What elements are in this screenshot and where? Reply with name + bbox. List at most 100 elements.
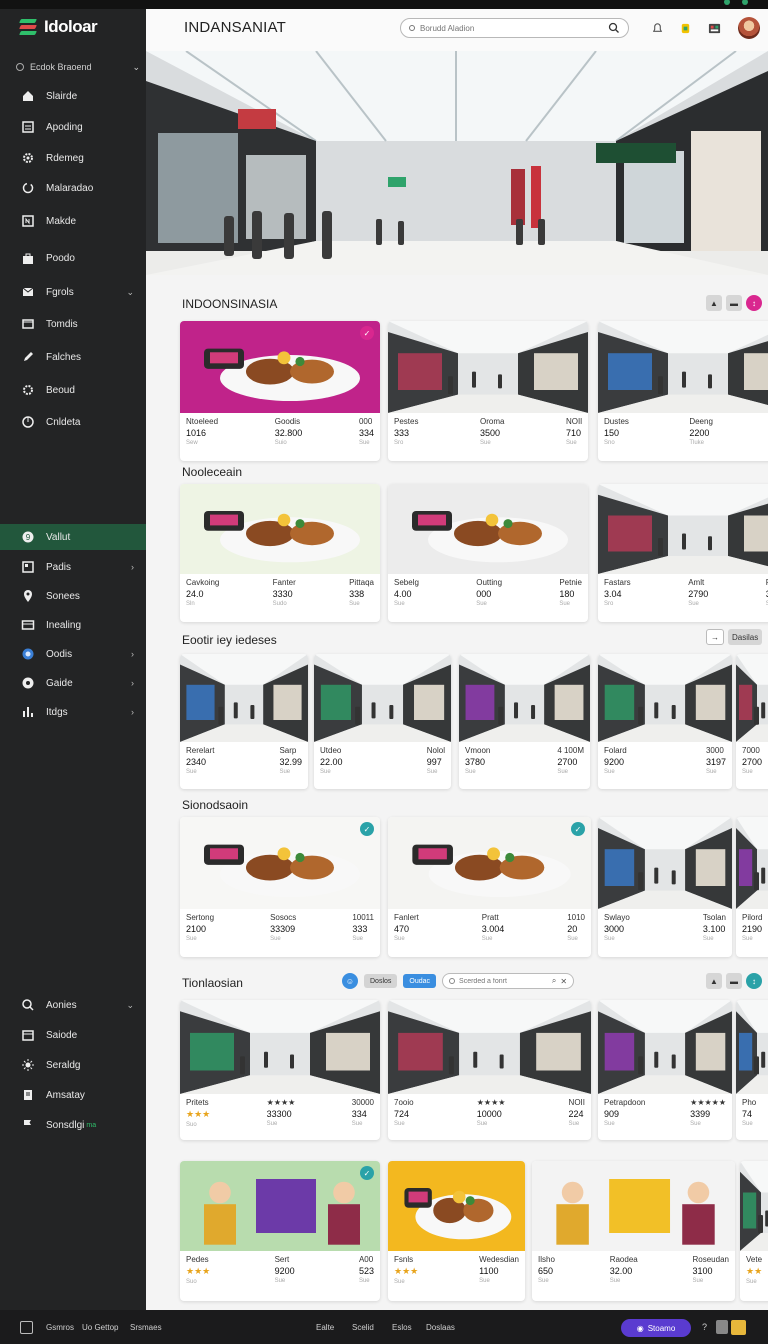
- card-thumbnail[interactable]: [314, 654, 451, 742]
- card-thumbnail[interactable]: [598, 484, 768, 574]
- product-card[interactable]: Pestes 333 Sro Oroma 3500 Sue NOIl 710 Sue: [388, 321, 588, 461]
- sidebar-item-config[interactable]: Beoud: [0, 377, 146, 403]
- card-thumbnail[interactable]: [180, 654, 308, 742]
- sidebar-item-settings[interactable]: Rdemeg: [0, 145, 146, 171]
- sidebar-item-reports[interactable]: Apoding: [0, 114, 146, 140]
- collapse-button[interactable]: ▲: [706, 973, 722, 989]
- search-bar[interactable]: [400, 18, 629, 38]
- product-card[interactable]: ✓ Ntoeleed 1016 Sew Goodis 32.800 Suio 000 334 Su…: [180, 321, 380, 461]
- card-thumbnail[interactable]: [598, 817, 732, 909]
- card-thumbnail[interactable]: [736, 1000, 768, 1094]
- card-thumbnail[interactable]: [180, 817, 380, 909]
- card-thumbnail[interactable]: [736, 817, 768, 909]
- help-icon[interactable]: ?: [702, 1322, 707, 1332]
- card-thumbnail[interactable]: [740, 1161, 768, 1251]
- sidebar-item-active[interactable]: 9 Vallut: [0, 524, 152, 550]
- sidebar-item-archive[interactable]: Aonies ⌄: [0, 992, 146, 1018]
- workspace-selector[interactable]: Ecdok Braoend ⌄: [16, 59, 140, 75]
- favorite-icon[interactable]: ✓: [571, 822, 585, 836]
- product-card[interactable]: 7ooio 724 Sue ★★★★ 10000 Sue NOII 224 Sue: [388, 1000, 591, 1140]
- product-card[interactable]: Dustes150SnoDeeng2200TlukeMfcls52★★: [598, 321, 768, 461]
- card-thumbnail[interactable]: [388, 321, 588, 413]
- sidebar-item-edit[interactable]: Falches: [0, 344, 146, 370]
- section-search[interactable]: ⌕ ✕: [442, 973, 575, 989]
- card-thumbnail[interactable]: [180, 484, 380, 574]
- bell-icon[interactable]: [648, 19, 666, 37]
- sidebar-item-mail[interactable]: Fgrols ⌄: [0, 279, 146, 305]
- leaf-icon[interactable]: [676, 19, 694, 37]
- product-card[interactable]: Rerelart 2340 Sue Sarp 32.99 Sue: [180, 654, 308, 789]
- product-card[interactable]: Petrapdoon 909 Sue ★★★★★ 3399 Sue: [598, 1000, 732, 1140]
- favorite-icon[interactable]: ✓: [360, 1166, 374, 1180]
- card-thumbnail[interactable]: [388, 484, 588, 574]
- bottom-item[interactable]: Gsmros: [46, 1323, 74, 1332]
- search-icon[interactable]: ⌕: [552, 976, 556, 986]
- product-card[interactable]: ✓ Pedes ★★★ Suo Sert 9200 Sue A00 523 Sue: [180, 1161, 380, 1301]
- sidebar-item-tasks[interactable]: Tomdis: [0, 311, 146, 337]
- search-input[interactable]: [420, 23, 608, 33]
- card-thumbnail[interactable]: [388, 1161, 525, 1251]
- expand-icon[interactable]: [20, 1321, 33, 1334]
- sidebar-item-media[interactable]: Makde: [0, 208, 146, 234]
- sidebar-item-sync[interactable]: Malaradao: [0, 175, 146, 201]
- sidebar-item-support[interactable]: Sonsdlgi ma: [0, 1112, 146, 1138]
- filter-pill[interactable]: Doslos: [364, 974, 398, 988]
- product-card[interactable]: Pritets ★★★ Suo ★★★★ 33300 Sue 30000 334 Sue: [180, 1000, 380, 1140]
- product-card[interactable]: Ilsho 650 Sue Raodea 32.00 Sue Roseudan 3100 Sue: [532, 1161, 735, 1301]
- avatar[interactable]: [738, 17, 760, 39]
- card-thumbnail[interactable]: [459, 654, 590, 742]
- favorite-icon[interactable]: ✓: [360, 822, 374, 836]
- bottom-item[interactable]: Scelid: [352, 1323, 374, 1332]
- product-card[interactable]: Folard 9200 Sue 3000 3197 Sue: [598, 654, 732, 789]
- sidebar-item-home[interactable]: Slairde: [0, 83, 146, 109]
- sidebar-item-products[interactable]: Poodo: [0, 245, 146, 271]
- product-card[interactable]: Utdeo 22.00 Sue Nolol 997 Sue: [314, 654, 451, 789]
- filter-pill-active[interactable]: Oudac: [403, 974, 437, 988]
- product-card[interactable]: Swlayo 3000 Sue Tsolan 3.100 Sue: [598, 817, 732, 957]
- product-card[interactable]: 7000 2700 Sue: [736, 654, 768, 789]
- bottom-item[interactable]: Eslos: [392, 1323, 412, 1332]
- bottom-item[interactable]: Srsmaes: [130, 1323, 162, 1332]
- brand[interactable]: Idoloar: [18, 17, 98, 37]
- mic-icon[interactable]: [716, 1320, 728, 1334]
- bottom-item[interactable]: Uo Gettop: [82, 1323, 118, 1332]
- sort-icon[interactable]: ↕: [746, 295, 762, 311]
- card-thumbnail[interactable]: [180, 1161, 380, 1251]
- sidebar-item-pages[interactable]: Padis ›: [0, 554, 146, 580]
- arrow-right-icon[interactable]: →: [706, 629, 724, 645]
- product-card[interactable]: Vete ★★ Sue: [740, 1161, 768, 1301]
- sidebar-item-guide[interactable]: Gaide ›: [0, 670, 146, 696]
- sidebar-item-stores[interactable]: Sonees: [0, 583, 146, 609]
- section-search-input[interactable]: [459, 977, 548, 985]
- product-card[interactable]: Sebelg 4.00 Sue Outting 000 Sue Petnie 180 Sue: [388, 484, 588, 622]
- bottom-item[interactable]: Doslaas: [426, 1323, 455, 1332]
- search-icon[interactable]: [608, 22, 620, 34]
- card-thumbnail[interactable]: [180, 321, 380, 413]
- card-thumbnail[interactable]: [388, 817, 591, 909]
- sidebar-item-schedule[interactable]: Saiode: [0, 1022, 146, 1048]
- card-thumbnail[interactable]: [388, 1000, 591, 1094]
- grid-icon[interactable]: [705, 19, 723, 37]
- card-thumbnail[interactable]: [180, 1000, 380, 1094]
- section-action-button[interactable]: Dasilas: [728, 629, 763, 645]
- primary-cta-button[interactable]: ◉ Stoamo: [621, 1319, 691, 1337]
- sidebar-item-analytics[interactable]: Cnldeta: [0, 409, 146, 435]
- filter-icon[interactable]: ☺: [342, 973, 358, 989]
- close-icon[interactable]: ✕: [560, 977, 567, 986]
- sidebar-item-accounts[interactable]: Amsatay: [0, 1082, 146, 1108]
- favorite-icon[interactable]: ✓: [360, 326, 374, 340]
- sidebar-item-preferences[interactable]: Seraldg: [0, 1052, 146, 1078]
- sidebar-item-billing[interactable]: Inealing: [0, 612, 146, 638]
- card-thumbnail[interactable]: [598, 321, 768, 413]
- view-toggle-button[interactable]: ▬: [726, 973, 742, 989]
- product-card[interactable]: Cavkoing 24.0 Sln Fanter 3330 Sudo Pittaqa 338 S…: [180, 484, 380, 622]
- product-card[interactable]: Fastars3.04SroAmlt2790SuePlastes3.00Sro: [598, 484, 768, 622]
- product-card[interactable]: Pilord 2190 Sue: [736, 817, 768, 957]
- product-card[interactable]: Pho 74 Sue: [736, 1000, 768, 1140]
- product-card[interactable]: ✓ Sertong 2100 Sue Sosocs 33309 Sue 10011 333 Sue: [180, 817, 380, 957]
- card-thumbnail[interactable]: [598, 654, 732, 742]
- product-card[interactable]: ✓ Fanlert 470 Sue Pratt 3.004 Sue 1010 20 Sue: [388, 817, 591, 957]
- card-thumbnail[interactable]: [598, 1000, 732, 1094]
- sidebar-item-tools[interactable]: Oodis ›: [0, 641, 146, 667]
- view-toggle-button[interactable]: ▬: [726, 295, 742, 311]
